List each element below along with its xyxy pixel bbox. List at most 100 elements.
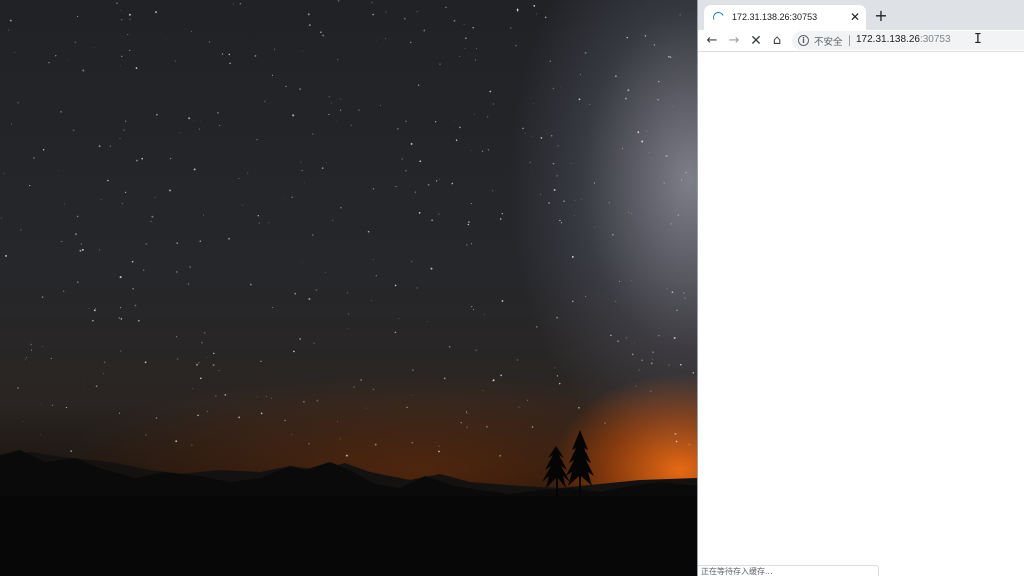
star [221,53,224,55]
star [14,52,16,54]
star [556,375,559,377]
star [516,10,519,12]
star [8,29,9,31]
star [254,54,257,57]
star [82,69,85,72]
info-icon[interactable]: i [798,35,809,46]
star [636,124,638,126]
star [197,414,199,417]
star [578,407,580,409]
star [60,111,62,113]
star [403,17,406,20]
star [516,359,519,361]
star [116,2,118,5]
address-bar[interactable]: i 不安全 172.31.138.26:30753 I [792,31,1024,50]
star [358,109,361,112]
star [199,240,202,243]
star [435,441,437,443]
star [203,214,204,216]
star [17,102,19,104]
star [336,421,338,422]
star [365,407,367,409]
star [266,396,267,397]
star [571,163,573,164]
star [93,309,96,312]
desktop-wallpaper [0,0,697,576]
star [199,377,202,380]
star [418,212,421,214]
back-arrow-icon[interactable]: ← [703,32,721,50]
star [61,240,63,243]
star [518,406,520,408]
star [100,199,102,201]
star [176,242,178,244]
star [515,44,517,47]
star [434,121,437,123]
star [380,105,381,107]
star [257,396,258,398]
browser-tab[interactable]: 172.31.138.26:30753 ✕ [704,5,866,30]
star [193,168,196,171]
stop-loading-icon[interactable]: ✕ [747,32,765,50]
star [470,202,472,205]
star [131,260,134,263]
forward-arrow-icon[interactable]: → [725,32,743,50]
star [77,281,79,283]
star [272,306,274,308]
star [459,55,461,57]
star [474,113,475,115]
star [417,84,420,86]
star [372,188,375,190]
star [395,186,397,188]
star [487,116,489,118]
star [558,382,561,385]
star [294,196,296,197]
star [238,416,240,419]
security-status-label[interactable]: 不安全 [814,34,843,48]
star [692,372,695,374]
star [55,55,57,57]
star [409,41,412,44]
star [120,10,122,12]
star [30,343,33,346]
star [671,291,674,293]
star [593,182,596,184]
star [151,215,154,218]
star [414,191,417,193]
star [509,27,512,29]
star [337,0,340,2]
star [481,150,484,153]
tab-close-icon[interactable]: ✕ [848,9,862,25]
star [74,41,76,43]
home-icon[interactable]: ⌂ [768,32,786,50]
star [371,299,372,301]
star [584,51,587,54]
star [430,267,433,270]
star [169,189,171,192]
star [572,300,574,303]
star [20,229,22,231]
star [445,6,447,9]
star [574,199,576,201]
star [340,109,342,111]
star [557,144,560,147]
star [470,150,472,151]
star [121,19,123,21]
star [374,443,377,446]
new-tab-button[interactable]: + [872,7,890,25]
star [67,59,68,61]
star [621,147,624,150]
star [92,319,94,322]
star [242,204,244,206]
star [671,106,673,108]
star [668,56,670,58]
star [292,114,295,117]
star [321,167,324,169]
star [459,126,461,129]
page-viewport[interactable] [698,53,1024,576]
url-text[interactable]: 172.31.138.26:30753 [856,34,951,45]
star [23,421,25,422]
star [501,300,504,302]
star [83,383,85,385]
star [405,170,407,172]
